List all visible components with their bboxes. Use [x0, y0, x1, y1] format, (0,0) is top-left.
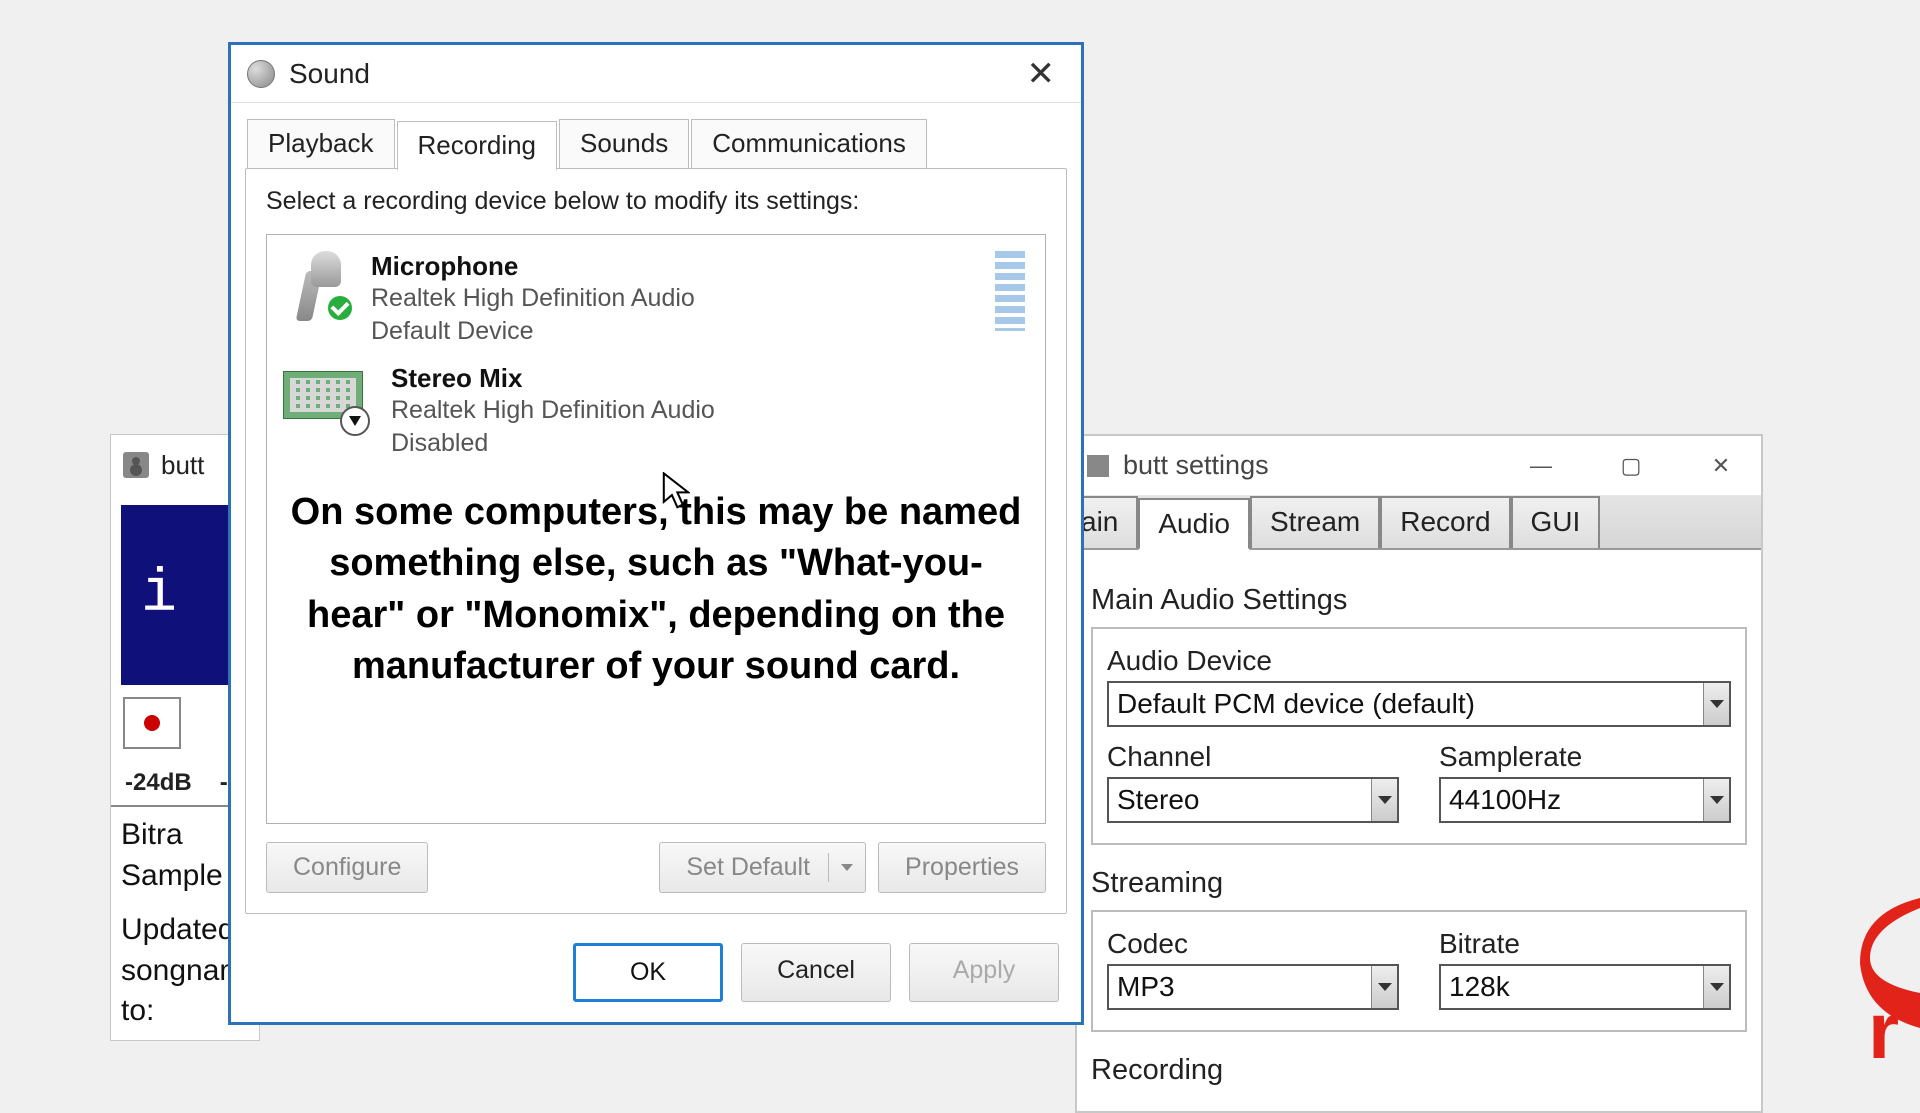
tab-gui[interactable]: GUI: [1511, 496, 1601, 548]
chevron-down-icon[interactable]: [828, 853, 865, 882]
device-list[interactable]: Microphone Realtek High Definition Audio…: [266, 234, 1046, 824]
device-status: Disabled: [391, 427, 1029, 460]
sound-dialog: Sound ✕ Playback Recording Sounds Commun…: [228, 42, 1084, 1025]
overlay-caption: On some computers, this may be named som…: [289, 487, 1023, 692]
ok-button[interactable]: OK: [573, 943, 723, 1002]
audio-device-label: Audio Device: [1107, 645, 1731, 677]
tab-sounds[interactable]: Sounds: [559, 119, 689, 169]
sound-titlebar[interactable]: Sound ✕: [231, 45, 1081, 103]
butt-main-title: butt: [161, 450, 204, 481]
butt-settings-title: butt settings: [1123, 450, 1481, 481]
chevron-down-icon: [1703, 966, 1729, 1008]
device-name: Microphone: [371, 251, 977, 282]
close-button[interactable]: ✕: [1691, 446, 1751, 486]
audio-device-value: Default PCM device (default): [1117, 688, 1475, 720]
channel-label: Channel: [1107, 741, 1399, 773]
chevron-down-icon: [1371, 966, 1397, 1008]
codec-value: MP3: [1117, 971, 1175, 1003]
speaker-icon: [123, 452, 149, 478]
tab-record[interactable]: Record: [1380, 496, 1510, 548]
device-item-microphone[interactable]: Microphone Realtek High Definition Audio…: [277, 245, 1035, 357]
section-title-recording: Recording: [1091, 1054, 1747, 1087]
tab-communications[interactable]: Communications: [691, 119, 927, 169]
samplerate-value: 44100Hz: [1449, 784, 1561, 816]
set-default-button[interactable]: Set Default: [659, 842, 866, 893]
properties-button[interactable]: Properties: [878, 842, 1046, 893]
panel-button-row: Configure Set Default Properties: [266, 842, 1046, 893]
sound-tabs: Playback Recording Sounds Communications: [231, 103, 1081, 169]
sound-card-icon: [283, 363, 373, 433]
channel-value: Stereo: [1117, 784, 1200, 816]
streaming-groupbox: Codec MP3 Bitrate 128k: [1091, 910, 1747, 1032]
tab-audio[interactable]: Audio: [1138, 498, 1250, 550]
section-title-streaming: Streaming: [1091, 867, 1747, 900]
bitrate-label: Bitrate: [1439, 928, 1731, 960]
device-driver: Realtek High Definition Audio: [371, 282, 977, 315]
tab-stream[interactable]: Stream: [1250, 496, 1380, 548]
device-name: Stereo Mix: [391, 363, 1029, 394]
microphone-icon: [283, 251, 353, 321]
recording-panel: Select a recording device below to modif…: [245, 168, 1067, 914]
bitrate-select[interactable]: 128k: [1439, 964, 1731, 1010]
record-button[interactable]: [123, 697, 181, 749]
channel-select[interactable]: Stereo: [1107, 777, 1399, 823]
instruction-text: Select a recording device below to modif…: [266, 187, 1046, 216]
down-arrow-badge-icon: [340, 406, 370, 436]
red-logo-fragment: r: [1850, 898, 1920, 1068]
chevron-down-icon: [1371, 779, 1397, 821]
check-badge-icon: [325, 293, 355, 323]
apply-button[interactable]: Apply: [909, 943, 1059, 1002]
record-dot-icon: [144, 715, 160, 731]
app-icon: [1087, 455, 1109, 477]
settings-tabs: ain Audio Stream Record GUI: [1077, 496, 1761, 550]
db-label: -24dB: [125, 769, 192, 797]
sound-title: Sound: [289, 58, 1017, 90]
chevron-down-icon: [1703, 779, 1729, 821]
settings-body: Main Audio Settings Audio Device Default…: [1077, 550, 1761, 1111]
butt-settings-titlebar[interactable]: butt settings — ▢ ✕: [1077, 436, 1761, 496]
tab-playback[interactable]: Playback: [247, 119, 395, 169]
maximize-button[interactable]: ▢: [1601, 446, 1661, 486]
main-audio-groupbox: Audio Device Default PCM device (default…: [1091, 627, 1747, 845]
codec-select[interactable]: MP3: [1107, 964, 1399, 1010]
chevron-down-icon: [1703, 683, 1729, 725]
device-status: Default Device: [371, 315, 977, 348]
samplerate-select[interactable]: 44100Hz: [1439, 777, 1731, 823]
codec-label: Codec: [1107, 928, 1399, 960]
tab-recording[interactable]: Recording: [397, 121, 558, 171]
db-dash: -: [220, 769, 228, 797]
butt-display-text: i: [141, 561, 189, 629]
section-title-main-audio: Main Audio Settings: [1091, 584, 1747, 617]
dialog-footer: OK Cancel Apply: [231, 929, 1081, 1022]
device-item-stereo-mix[interactable]: Stereo Mix Realtek High Definition Audio…: [277, 357, 1035, 469]
configure-button[interactable]: Configure: [266, 842, 428, 893]
tab-main[interactable]: ain: [1077, 496, 1138, 548]
level-meter: [995, 251, 1025, 331]
cancel-button[interactable]: Cancel: [741, 943, 891, 1002]
sound-icon: [247, 60, 275, 88]
svg-text:r: r: [1868, 986, 1899, 1068]
butt-settings-window: butt settings — ▢ ✕ ain Audio Stream Rec…: [1075, 434, 1763, 1113]
bitrate-value: 128k: [1449, 971, 1510, 1003]
close-button[interactable]: ✕: [1017, 50, 1066, 98]
samplerate-label: Samplerate: [1439, 741, 1731, 773]
minimize-button[interactable]: —: [1511, 446, 1571, 486]
device-driver: Realtek High Definition Audio: [391, 394, 1029, 427]
audio-device-select[interactable]: Default PCM device (default): [1107, 681, 1731, 727]
set-default-label: Set Default: [686, 853, 810, 882]
